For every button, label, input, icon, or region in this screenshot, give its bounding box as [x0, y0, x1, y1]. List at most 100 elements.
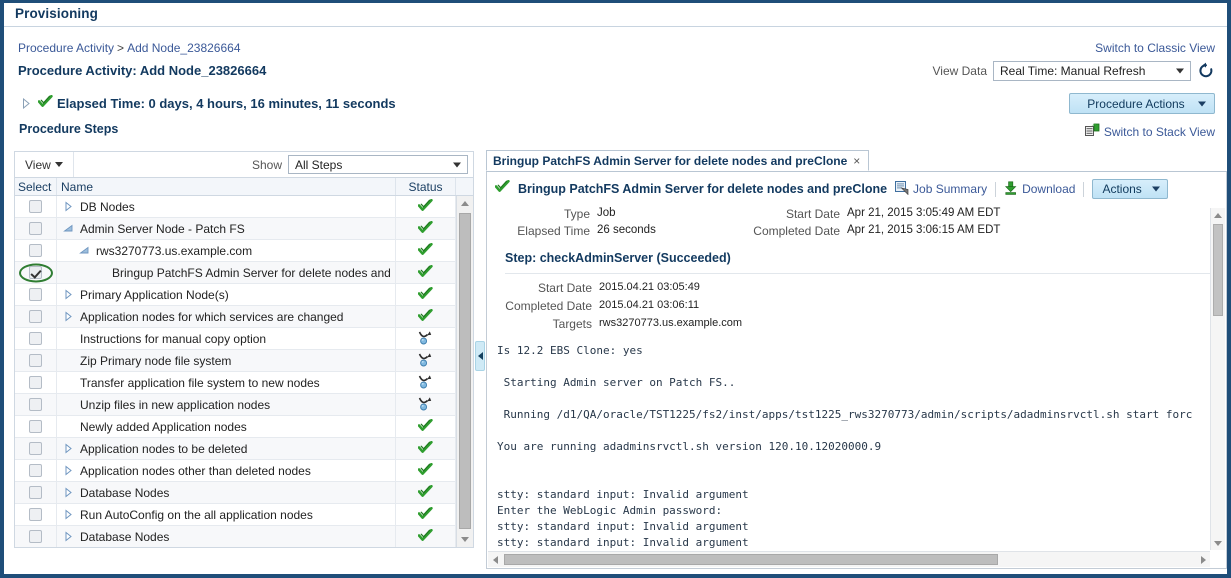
row-checkbox[interactable] [29, 398, 42, 411]
row-checkbox[interactable] [29, 354, 42, 367]
row-checkbox[interactable] [29, 420, 42, 433]
row-checkbox[interactable] [29, 266, 42, 279]
expand-triangle-icon[interactable] [22, 97, 31, 109]
actions-button[interactable]: Actions [1092, 179, 1169, 199]
expanded-triangle-icon[interactable] [63, 223, 75, 234]
row-checkbox[interactable] [29, 332, 42, 345]
row-select-cell [15, 306, 57, 327]
table-row[interactable]: Transfer application file system to new … [15, 372, 456, 394]
tab-step-detail[interactable]: Bringup PatchFS Admin Server for delete … [486, 150, 870, 171]
collapsed-triangle-icon[interactable] [63, 289, 75, 300]
column-header-status: Status [396, 178, 456, 195]
table-row[interactable]: Newly added Application nodes [15, 416, 456, 438]
scroll-up-button[interactable] [1211, 208, 1225, 222]
scroll-down-button[interactable] [457, 532, 473, 547]
table-row[interactable]: Run AutoConfig on the all application no… [15, 504, 456, 526]
table-row[interactable]: Bringup PatchFS Admin Server for delete … [15, 262, 456, 284]
table-row[interactable]: Database Nodes [15, 482, 456, 504]
detail-horizontal-scrollbar[interactable] [488, 551, 1210, 567]
breadcrumb-current: Add Node_23826664 [127, 41, 241, 55]
start-date-label: Start Date [785, 207, 840, 221]
table-row[interactable]: Zip Primary node file system [15, 350, 456, 372]
row-name-cell: Admin Server Node - Patch FS [57, 218, 396, 239]
row-checkbox[interactable] [29, 288, 42, 301]
collapsed-triangle-icon[interactable] [63, 531, 75, 542]
row-checkbox[interactable] [29, 200, 42, 213]
panel-splitter[interactable] [475, 151, 485, 569]
success-check-icon [417, 286, 433, 303]
close-icon[interactable]: × [853, 154, 860, 168]
row-checkbox[interactable] [29, 530, 42, 543]
breadcrumb-root-link[interactable]: Procedure Activity [18, 41, 114, 55]
detail-vertical-scrollbar[interactable] [1210, 208, 1225, 550]
refresh-icon[interactable] [1197, 62, 1215, 80]
scroll-left-button[interactable] [488, 552, 502, 567]
row-name-label: DB Nodes [80, 199, 135, 214]
scroll-up-button[interactable] [457, 196, 473, 211]
table-row[interactable]: DB Nodes [15, 196, 456, 218]
arrow-up-icon [461, 201, 469, 206]
row-name-cell: Primary Application Node(s) [57, 284, 396, 305]
collapsed-triangle-icon[interactable] [63, 509, 75, 520]
show-select[interactable]: All Steps [288, 155, 468, 174]
scrollbar-thumb[interactable] [459, 213, 471, 529]
expanded-triangle-icon[interactable] [79, 245, 91, 256]
download-link[interactable]: Download [1004, 180, 1075, 198]
job-summary-icon [895, 180, 909, 198]
row-checkbox[interactable] [29, 508, 42, 521]
table-row[interactable]: Application nodes other than deleted nod… [15, 460, 456, 482]
table-row[interactable]: Application nodes for which services are… [15, 306, 456, 328]
completed-date-value: Apr 21, 2015 3:06:15 AM EDT [847, 224, 1001, 236]
switch-to-stack-view-link[interactable]: Switch to Stack View [1084, 123, 1215, 140]
table-row[interactable]: Instructions for manual copy option [15, 328, 456, 350]
view-data-select[interactable]: Real Time: Manual Refresh [993, 61, 1191, 81]
page-title: Procedure Activity: Add Node_23826664 [18, 63, 267, 78]
arrow-right-icon [1200, 555, 1206, 564]
procedure-steps-panel: View Show All Steps Select Name Status D… [14, 151, 474, 569]
steps-rows: DB Nodes Admin Server Node - Patch FS rws3… [15, 196, 456, 547]
switch-to-classic-view-link[interactable]: Switch to Classic View [1095, 41, 1215, 55]
row-name-cell: rws3270773.us.example.com [57, 240, 396, 261]
scrollbar-thumb[interactable] [1213, 224, 1223, 316]
success-check-icon [417, 528, 433, 545]
row-checkbox[interactable] [29, 376, 42, 389]
collapsed-triangle-icon[interactable] [63, 443, 75, 454]
row-checkbox[interactable] [29, 222, 42, 235]
scrollbar-thumb[interactable] [504, 554, 998, 565]
procedure-actions-button[interactable]: Procedure Actions [1069, 93, 1215, 114]
download-icon [1004, 180, 1018, 198]
column-header-pad [456, 178, 473, 195]
table-row[interactable]: Unzip files in new application nodes [15, 394, 456, 416]
collapsed-triangle-icon[interactable] [63, 311, 75, 322]
table-row[interactable]: Database Nodes [15, 526, 456, 547]
row-name-label: Application nodes other than deleted nod… [80, 463, 311, 478]
table-row[interactable]: Application nodes to be deleted [15, 438, 456, 460]
table-row[interactable]: Primary Application Node(s) [15, 284, 456, 306]
row-checkbox[interactable] [29, 442, 42, 455]
collapsed-triangle-icon[interactable] [63, 465, 75, 476]
splitter-collapse-handle[interactable] [475, 341, 485, 371]
scroll-right-button[interactable] [1196, 552, 1210, 567]
collapsed-triangle-icon[interactable] [63, 201, 75, 212]
scroll-down-button[interactable] [1211, 536, 1225, 550]
row-checkbox[interactable] [29, 486, 42, 499]
row-status-cell [396, 196, 456, 217]
row-name-label: Database Nodes [80, 485, 170, 500]
row-select-cell [15, 218, 57, 239]
row-checkbox[interactable] [29, 310, 42, 323]
row-checkbox[interactable] [29, 244, 42, 257]
row-name-cell: Bringup PatchFS Admin Server for delete … [57, 262, 396, 283]
view-menu-label: View [25, 157, 51, 172]
row-select-cell [15, 460, 57, 481]
table-row[interactable]: Admin Server Node - Patch FS [15, 218, 456, 240]
collapsed-triangle-icon[interactable] [63, 487, 75, 498]
view-menu-button[interactable]: View [15, 152, 74, 177]
row-select-cell [15, 350, 57, 371]
row-status-cell [396, 438, 456, 459]
arrow-up-icon [1214, 212, 1222, 218]
row-checkbox[interactable] [29, 464, 42, 477]
job-summary-link[interactable]: Job Summary [895, 180, 987, 198]
table-row[interactable]: rws3270773.us.example.com [15, 240, 456, 262]
row-select-cell [15, 482, 57, 503]
steps-vertical-scrollbar[interactable] [456, 196, 473, 547]
